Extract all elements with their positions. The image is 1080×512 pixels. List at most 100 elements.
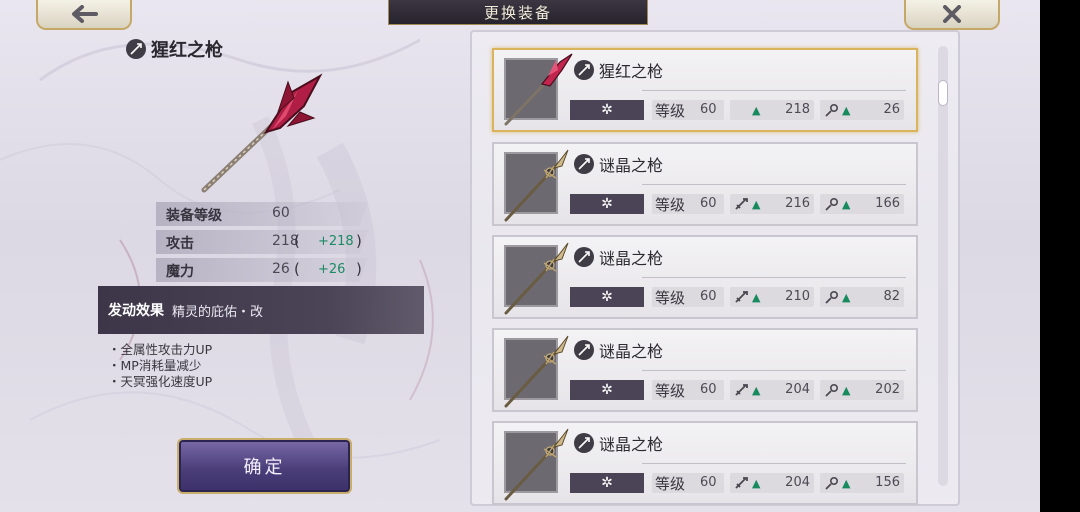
equipment-card[interactable]: 谜晶之枪 ✲ 等级 60 ▲ 204 ▲ 156 [492,421,918,505]
spear-type-icon [574,60,594,80]
sword-icon [735,384,748,396]
level-label: 等级 [655,289,686,307]
level-cell: 等级 60 [652,380,724,400]
increase-arrow-icon: ▲ [842,104,851,117]
paren-close: ) [356,260,362,278]
staff-icon [825,290,839,304]
selected-item-name: 猩红之枪 [151,40,223,61]
divider [642,277,906,278]
close-button[interactable] [904,0,1000,30]
item-name: 谜晶之枪 [599,435,664,454]
magic-cell: ▲ 82 [820,287,904,307]
level-value: 60 [700,475,717,490]
magic-cell: ▲ 166 [820,194,904,214]
magic-cell: ▲ 156 [820,473,904,493]
spear-type-icon [126,39,146,59]
effect-name: 精灵的庇佑・改 [172,304,264,320]
paren-open: ( [294,260,300,278]
magic-value: 26 [883,102,900,117]
level-label: 等级 [655,102,686,120]
stat-row-level: 装备等级 60 [156,202,368,226]
stat-bonus: +26 [318,262,346,277]
screen-title: 更换装备 [483,3,552,22]
spear-type-icon [574,340,594,360]
level-label: 等级 [655,382,686,400]
rarity-tag: ✲ [570,287,644,307]
stat-value: 26 [272,261,290,277]
rarity-tag: ✲ [570,100,644,120]
list-scrollbar[interactable] [938,46,948,486]
scrollbar-thumb[interactable] [938,80,948,106]
level-cell: 等级 60 [652,100,724,120]
item-title: 谜晶之枪 [574,152,663,176]
increase-arrow-icon: ▲ [842,291,851,304]
stat-value: 60 [272,205,290,221]
selected-item-title: 猩红之枪 [126,36,223,62]
confirm-button[interactable]: 确定 [177,438,352,494]
spear-type-icon [574,247,594,267]
level-value: 60 [700,382,717,397]
spear-type-icon [574,433,594,453]
crimson-spear-artwork [201,73,323,193]
sword-icon [735,291,748,303]
attack-value: 204 [785,475,810,490]
item-title: 谜晶之枪 [574,431,663,455]
effect-bullet-list: ・全属性攻击力UP ・MP消耗量减少 ・天冥强化速度UP [108,342,212,390]
effect-banner: 发动效果 精灵的庇佑・改 [98,286,424,334]
attack-value: 210 [785,289,810,304]
rarity-tag: ✲ [570,194,644,214]
divider [642,370,906,371]
attack-value: 218 [785,102,810,117]
item-title: 谜晶之枪 [574,338,663,362]
magic-value: 166 [875,196,900,211]
screen-title-banner: 更换装备 [388,0,648,25]
level-cell: 等级 60 [652,194,724,214]
attack-cell: ▲ 210 [730,287,814,307]
divider [642,463,906,464]
attack-value: 204 [785,382,810,397]
paren-open: ( [294,232,300,250]
spear-icon [504,335,569,408]
magic-cell: ▲ 202 [820,380,904,400]
stat-label: 攻击 [166,236,194,252]
effect-bullet: ・MP消耗量减少 [108,358,202,373]
increase-arrow-icon: ▲ [752,384,761,397]
increase-arrow-icon: ▲ [752,477,761,490]
divider [642,184,906,185]
equipment-card[interactable]: 猩红之枪 ✲ 等级 60 ▲ 218 ▲ 26 [492,48,918,132]
confirm-label: 确定 [243,457,286,478]
spear-icon [504,149,569,222]
item-name: 谜晶之枪 [599,156,664,175]
spear-icon [504,242,569,315]
attack-cell: ▲ 204 [730,380,814,400]
stat-bonus: +218 [318,234,354,249]
staff-icon [825,383,839,397]
staff-icon [825,197,839,211]
equipment-card[interactable]: 谜晶之枪 ✲ 等级 60 ▲ 216 ▲ 166 [492,142,918,226]
level-value: 60 [700,102,717,117]
stat-row-magic: 魔力 26 ( +26 ) [156,258,368,282]
stat-label: 装备等级 [166,208,222,224]
staff-icon [825,476,839,490]
back-button[interactable] [36,0,132,30]
increase-arrow-icon: ▲ [842,477,851,490]
staff-icon [825,103,839,117]
increase-arrow-icon: ▲ [842,384,851,397]
equipment-card[interactable]: 谜晶之枪 ✲ 等级 60 ▲ 210 ▲ 82 [492,235,918,319]
increase-arrow-icon: ▲ [842,198,851,211]
equipment-screen: 更换装备 猩红之枪 装备等级 60 攻击 218 ( +218 ) 魔力 26 … [0,0,1040,512]
equipment-card[interactable]: 谜晶之枪 ✲ 等级 60 ▲ 204 ▲ 202 [492,328,918,412]
level-label: 等级 [655,196,686,214]
magic-cell: ▲ 26 [820,100,904,120]
attack-cell: ▲ 218 [730,100,814,120]
level-value: 60 [700,196,717,211]
item-name: 猩红之枪 [599,62,664,81]
magic-value: 82 [883,289,900,304]
level-cell: 等级 60 [652,473,724,493]
paren-close: ) [356,232,362,250]
level-label: 等级 [655,475,686,493]
increase-arrow-icon: ▲ [752,198,761,211]
sword-icon [735,198,748,210]
item-name: 谜晶之枪 [599,342,664,361]
attack-cell: ▲ 216 [730,194,814,214]
